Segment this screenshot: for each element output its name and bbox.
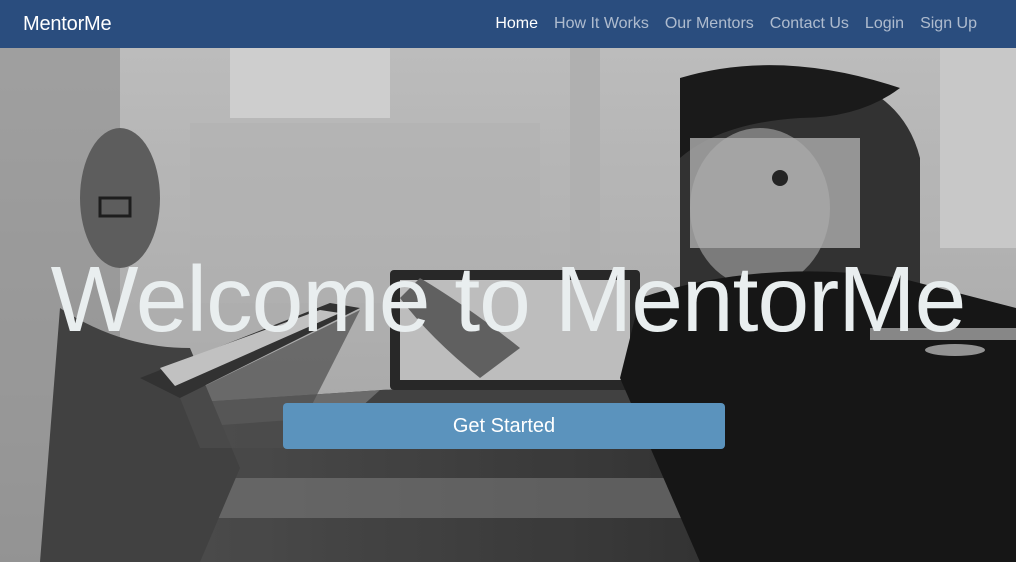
nav-link-sign-up[interactable]: Sign Up	[920, 15, 977, 33]
nav-link-home[interactable]: Home	[495, 15, 538, 33]
nav-link-login[interactable]: Login	[865, 15, 904, 33]
get-started-button[interactable]: Get Started	[283, 403, 725, 449]
nav-links: Home How It Works Our Mentors Contact Us…	[495, 15, 977, 33]
nav-link-our-mentors[interactable]: Our Mentors	[665, 15, 754, 33]
hero-title: Welcome to MentorMe	[50, 247, 967, 351]
nav-link-contact-us[interactable]: Contact Us	[770, 15, 849, 33]
hero-section: Welcome to MentorMe Get Started	[0, 48, 1016, 562]
navbar: MentorMe Home How It Works Our Mentors C…	[0, 0, 1016, 48]
nav-link-how-it-works[interactable]: How It Works	[554, 15, 649, 33]
brand-logo[interactable]: MentorMe	[23, 13, 112, 36]
